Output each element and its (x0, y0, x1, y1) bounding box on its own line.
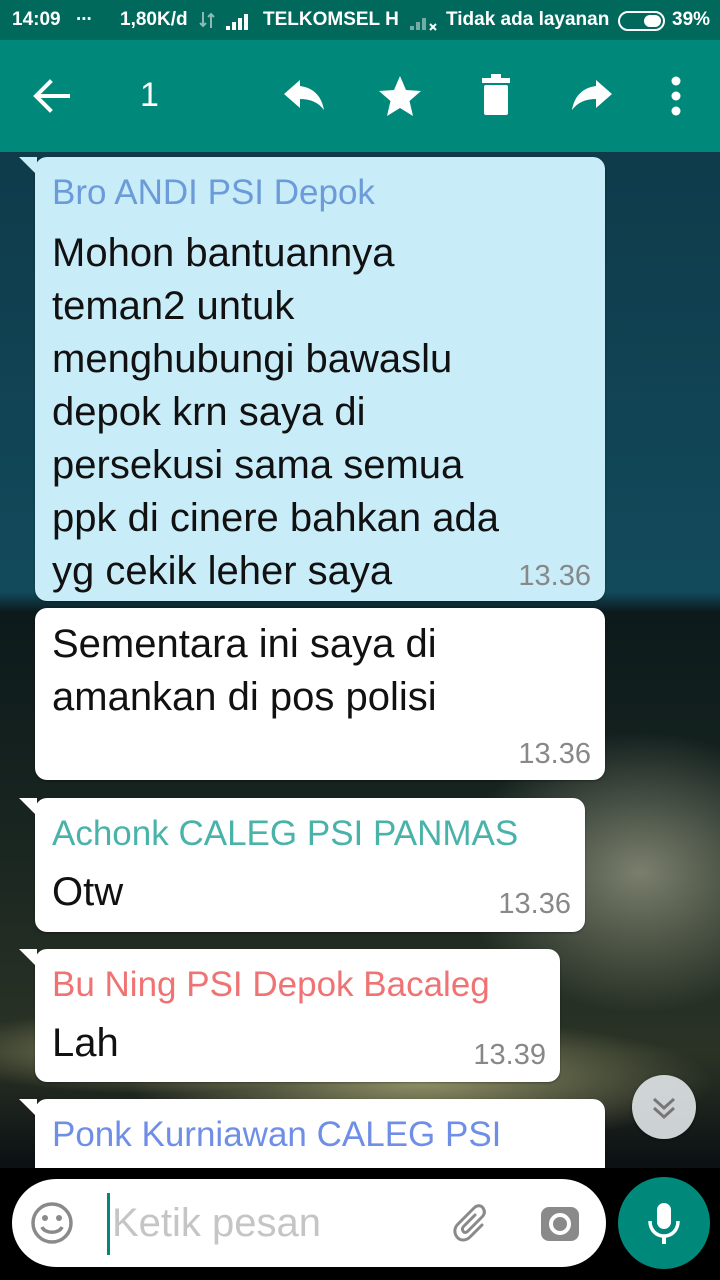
message-time: 13.39 (473, 1039, 546, 1071)
message-text: Mohon bantuannya teman2 untuk menghubung… (52, 231, 499, 593)
mic-button[interactable] (618, 1177, 710, 1269)
attach-icon[interactable] (452, 1201, 496, 1250)
message-time: 13.36 (518, 560, 591, 592)
reply-icon[interactable] (272, 64, 336, 128)
message-placeholder: Ketik pesan (112, 1201, 322, 1245)
message-text: Sementara ini saya di amankan di pos pol… (52, 622, 437, 719)
message-text: Lah (52, 1021, 119, 1065)
status-carrier: TELKOMSEL H (263, 9, 399, 30)
forward-icon[interactable] (560, 64, 624, 128)
scroll-to-bottom-button[interactable] (632, 1075, 696, 1139)
message-time: 13.36 (518, 738, 591, 770)
camera-icon[interactable] (538, 1201, 582, 1250)
text-caret (107, 1193, 110, 1255)
status-bar: 14:09 ... 1,80K/d TELKOMSEL H Tidak ada … (0, 0, 720, 40)
signal-icon (226, 12, 252, 36)
delete-icon[interactable] (464, 64, 528, 128)
status-speed: 1,80K/d (120, 9, 188, 30)
emoji-icon[interactable] (30, 1201, 74, 1250)
selected-count: 1 (140, 76, 159, 114)
message-text: Otw (52, 870, 124, 914)
sender-name: Bu Ning PSI Depok Bacaleg (52, 965, 490, 1004)
battery-icon (618, 11, 668, 37)
message-bubble-selected[interactable]: Bro ANDI PSI Depok Mohon bantuannya tema… (19, 157, 605, 601)
status-no-service: Tidak ada layanan (446, 9, 610, 30)
sender-name: Bro ANDI PSI Depok (52, 173, 375, 212)
no-signal-icon (410, 12, 438, 38)
star-icon[interactable] (368, 64, 432, 128)
double-chevron-down-icon (652, 1097, 676, 1120)
message-bubble[interactable]: Achonk CALEG PSI PANMAS Otw 13.36 (19, 798, 585, 932)
status-time: 14:09 (12, 9, 61, 30)
status-battery: 39% (672, 9, 711, 30)
data-arrows-icon (198, 10, 216, 36)
message-bubble[interactable]: Bu Ning PSI Depok Bacaleg Lah 13.39 (19, 949, 560, 1082)
message-bubble[interactable]: Sementara ini saya di amankan di pos pol… (35, 608, 605, 780)
sender-name: Achonk CALEG PSI PANMAS (52, 814, 519, 853)
message-time: 13.36 (498, 888, 571, 920)
more-vert-icon[interactable] (644, 64, 708, 128)
selection-action-bar: 1 (0, 40, 720, 152)
sender-name: Ponk Kurniawan CALEG PSI (52, 1115, 502, 1154)
message-input[interactable]: Ketik pesan (12, 1179, 606, 1267)
status-dots: ... (76, 4, 92, 25)
mic-icon (648, 1203, 680, 1244)
back-arrow-icon[interactable] (20, 64, 84, 128)
